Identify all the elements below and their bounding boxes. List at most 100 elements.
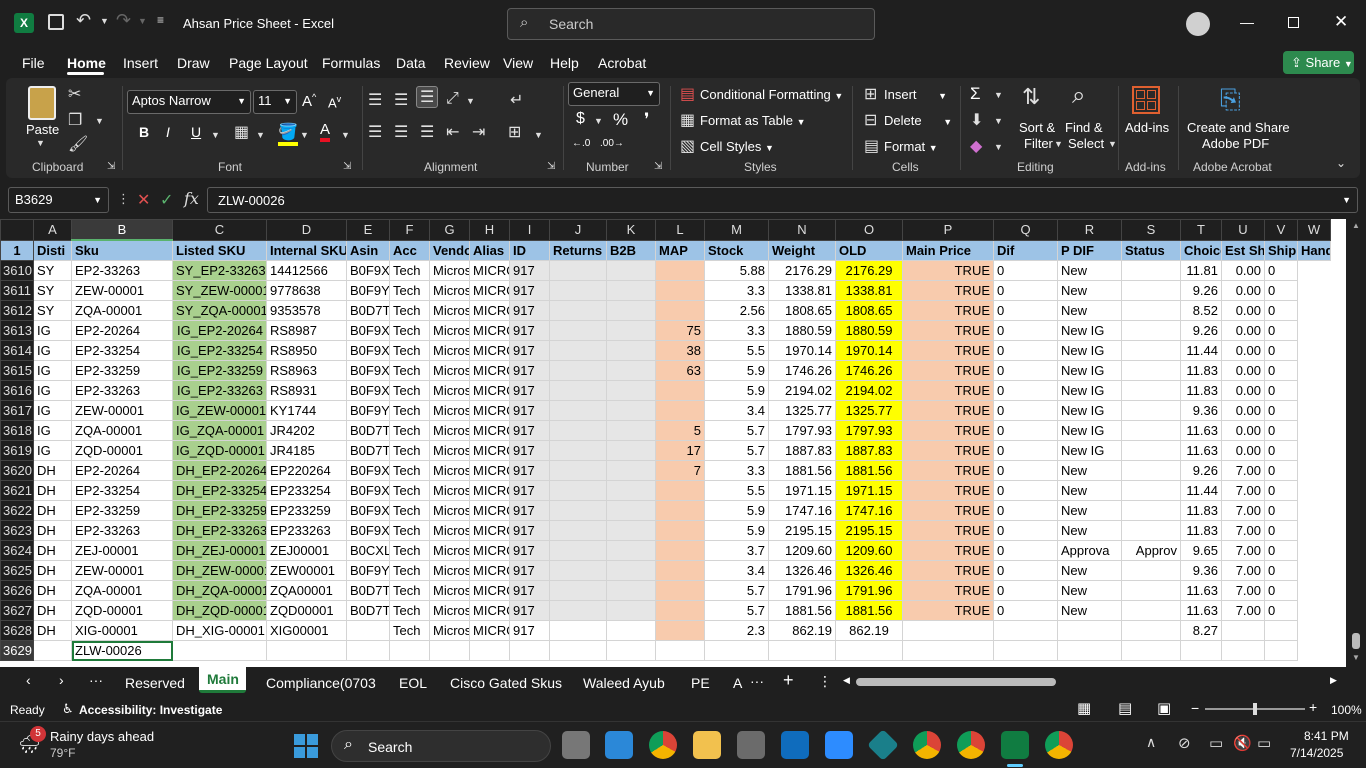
cell[interactable]: MICRO (469, 600, 510, 621)
cell[interactable]: 11.83 (1180, 380, 1222, 401)
cell[interactable] (549, 400, 607, 421)
comma-icon[interactable]: ❜ (644, 110, 649, 130)
cell[interactable]: New (1057, 460, 1122, 481)
cell[interactable] (1121, 260, 1181, 281)
cell[interactable]: TRUE (902, 380, 994, 401)
cell[interactable]: MICRO (469, 460, 510, 481)
create-share-pdf-label-2[interactable]: Adobe PDF (1202, 136, 1269, 151)
cell[interactable]: TRUE (902, 440, 994, 461)
font-name-select[interactable]: Aptos Narrow ▼ (127, 90, 251, 114)
cell[interactable]: 917 (509, 420, 550, 441)
borders-icon[interactable]: ▦ (234, 122, 249, 142)
cell[interactable]: B0F9XF (346, 460, 390, 481)
cell[interactable]: 5.9 (704, 380, 769, 401)
column-header[interactable]: J (549, 219, 607, 241)
italic-icon[interactable]: I (166, 124, 170, 140)
cell[interactable] (606, 260, 656, 281)
cell[interactable]: 1881.56 (768, 460, 836, 481)
row-header[interactable]: 3615 (0, 360, 34, 381)
cell[interactable]: 2195.15 (768, 520, 836, 541)
cell[interactable]: Tech (389, 460, 430, 481)
cell[interactable]: DH_ZEW-00001 (172, 560, 267, 581)
header-cell[interactable]: Listed SKU (172, 239, 267, 261)
cell[interactable] (655, 280, 705, 301)
cell[interactable] (606, 500, 656, 521)
cell[interactable]: New (1057, 580, 1122, 601)
cell[interactable]: 17 (655, 440, 705, 461)
cell[interactable]: MICRO (469, 480, 510, 501)
autosum-dropdown-icon[interactable]: ▼ (994, 90, 1003, 100)
tab-reserved[interactable]: Reserved (125, 675, 185, 691)
cell[interactable]: Micros (429, 560, 470, 581)
scroll-down-icon[interactable]: ▼ (1352, 653, 1360, 662)
cell[interactable] (549, 580, 607, 601)
search-box[interactable]: ⌕ Search (507, 8, 875, 40)
cell[interactable]: TRUE (902, 580, 994, 601)
cell[interactable]: 1971.15 (835, 480, 903, 501)
cell[interactable]: 1881.56 (768, 600, 836, 621)
customize-toolbar-icon[interactable]: ≡ (157, 13, 164, 27)
cell[interactable] (549, 560, 607, 581)
cell[interactable]: 917 (509, 520, 550, 541)
cell[interactable]: DH_ZQA-00001 (172, 580, 267, 601)
cancel-entry-icon[interactable]: ✕ (137, 190, 150, 210)
column-header[interactable]: F (389, 219, 430, 241)
cell[interactable]: ZEJ-00001 (71, 540, 173, 561)
cell[interactable]: RS8931 (266, 380, 347, 401)
cell[interactable]: DH_EP2-20264 (172, 460, 267, 481)
accessibility-status[interactable]: Accessibility: Investigate (79, 703, 222, 717)
cell[interactable]: 11.81 (1180, 260, 1222, 281)
battery-icon[interactable]: ▭ (1257, 734, 1271, 752)
collapse-ribbon-icon[interactable]: ⌄ (1336, 156, 1346, 170)
percent-icon[interactable]: % (613, 110, 628, 130)
cell[interactable] (655, 620, 705, 641)
column-header[interactable]: A (33, 219, 72, 241)
row-header[interactable]: 3629 (0, 640, 34, 661)
cell[interactable]: 862.19 (768, 620, 836, 641)
cell[interactable]: KY1744 (266, 400, 347, 421)
start-icon[interactable] (294, 734, 318, 758)
cell[interactable]: 1797.93 (835, 420, 903, 441)
cell[interactable]: DH (33, 600, 72, 621)
clear-dropdown-icon[interactable]: ▼ (994, 142, 1003, 152)
cell[interactable]: New (1057, 300, 1122, 321)
cell[interactable]: 917 (509, 620, 550, 641)
cell[interactable]: DH (33, 520, 72, 541)
header-cell[interactable]: P DIF (1057, 239, 1122, 261)
zoom-out-icon[interactable]: − (1191, 700, 1199, 716)
cell[interactable]: Approv (1121, 540, 1181, 561)
cell[interactable]: 0 (993, 440, 1058, 461)
addins-icon[interactable] (1132, 86, 1160, 114)
header-cell[interactable]: Internal SKU (266, 239, 347, 261)
format-cells-button[interactable]: Format ▼ (884, 139, 938, 154)
cell[interactable]: 11.44 (1180, 480, 1222, 501)
header-cell[interactable]: Ship (1264, 239, 1298, 261)
header-cell[interactable]: B2B (606, 239, 656, 261)
cell[interactable]: 862.19 (835, 620, 903, 641)
borders-dropdown-icon[interactable]: ▼ (256, 130, 265, 140)
cell[interactable]: RS8963 (266, 360, 347, 381)
cell[interactable] (549, 280, 607, 301)
column-header[interactable]: T (1180, 219, 1222, 241)
cell[interactable] (429, 640, 470, 661)
cell[interactable]: TRUE (902, 520, 994, 541)
cell[interactable] (606, 620, 656, 641)
cell[interactable] (549, 480, 607, 501)
fill-color-dropdown-icon[interactable]: ▼ (300, 130, 309, 140)
cell[interactable] (606, 420, 656, 441)
column-header[interactable]: S (1121, 219, 1181, 241)
fill-icon[interactable]: ⬇ (970, 110, 983, 130)
cell[interactable]: 0 (993, 360, 1058, 381)
cell[interactable]: 917 (509, 560, 550, 581)
cell[interactable]: MICRO (469, 520, 510, 541)
font-color-dropdown-icon[interactable]: ▼ (341, 130, 350, 140)
undo-dropdown-icon[interactable]: ▼ (100, 16, 109, 26)
cell[interactable]: EP2-33254 (71, 340, 173, 361)
cell[interactable] (172, 640, 267, 661)
cell[interactable]: DH_EP2-33263 (172, 520, 267, 541)
cell[interactable] (1121, 360, 1181, 381)
header-cell[interactable]: Asin (346, 239, 390, 261)
cell[interactable]: EP2-33263 (71, 520, 173, 541)
cell[interactable]: 917 (509, 300, 550, 321)
number-format-select[interactable]: General ▼ (568, 82, 660, 106)
